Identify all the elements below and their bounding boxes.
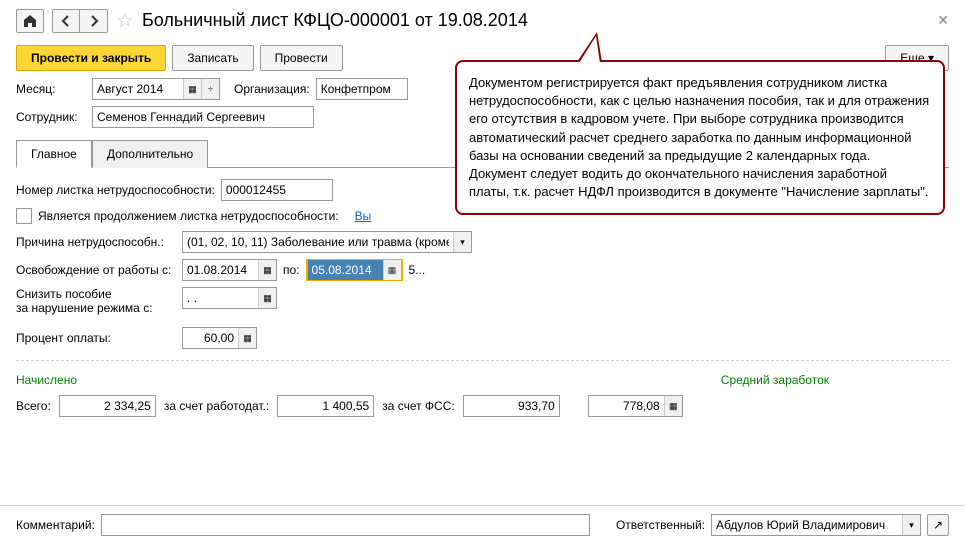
employer-label: за счет работодат.: [164,399,269,413]
month-label: Месяц: [16,82,86,96]
avg-input[interactable]: ▦ [588,395,683,417]
month-picker-button[interactable]: ▦ [183,79,201,99]
to-label: по: [283,263,300,277]
comment-label: Комментарий: [16,518,95,532]
percent-label: Процент оплаты: [16,331,176,345]
release-from-input[interactable]: ▦ [182,259,277,281]
page-title: Больничный лист КФЦО-000001 от 19.08.201… [142,10,528,31]
percent-calc-button[interactable]: ▦ [238,328,256,348]
total-label: Всего: [16,399,51,413]
continuation-checkbox[interactable] [16,208,32,224]
responsible-input[interactable]: ▾ [711,514,921,536]
employer-input[interactable] [277,395,374,417]
submit-button[interactable]: Провести [260,45,343,71]
date-picker-from[interactable]: ▦ [258,260,276,280]
tab-main[interactable]: Главное [16,140,92,168]
avg-earnings-link[interactable]: Средний заработок [721,373,829,387]
days-suffix: 5... [409,263,426,277]
callout-text: Документом регистрируется факт предъявле… [469,75,929,199]
employee-input[interactable] [92,106,314,128]
fss-input[interactable] [463,395,560,417]
reason-input[interactable]: ▾ [182,231,472,253]
reduce-label1: Снизить пособие [16,287,176,301]
reduce-date-picker[interactable]: ▦ [258,288,276,308]
close-button[interactable]: ✕ [937,12,949,29]
forward-button[interactable] [80,9,108,33]
responsible-dropdown[interactable]: ▾ [902,515,920,535]
back-button[interactable] [52,9,80,33]
date-picker-to[interactable]: ▦ [383,260,401,280]
month-input[interactable]: ▦ ÷ [92,78,220,100]
tab-extra[interactable]: Дополнительно [92,140,208,168]
total-input[interactable] [59,395,156,417]
continuation-label: Является продолжением листка нетрудоспос… [38,209,339,223]
fss-label: за счет ФСС: [382,399,455,413]
month-stepper[interactable]: ÷ [201,79,219,99]
sheet-no-input[interactable] [221,179,333,201]
comment-input[interactable] [101,514,590,536]
avg-calc-button[interactable]: ▦ [664,396,682,416]
save-button[interactable]: Записать [172,45,253,71]
accrued-link[interactable]: Начислено [16,373,77,387]
reason-label: Причина нетрудоспособн.: [16,235,176,249]
select-link[interactable]: Вы [355,209,372,223]
employee-label: Сотрудник: [16,110,86,124]
star-icon[interactable]: ☆ [116,8,134,33]
home-button[interactable] [16,9,44,33]
reason-dropdown[interactable]: ▾ [453,232,471,252]
responsible-open-button[interactable]: ↗ [927,514,949,536]
release-to-input[interactable]: ▦ [306,259,403,281]
responsible-label: Ответственный: [616,518,705,532]
org-label: Организация: [234,82,310,96]
org-input[interactable] [316,78,408,100]
reduce-input[interactable]: ▦ [182,287,277,309]
release-from-label: Освобождение от работы с: [16,263,176,277]
help-callout: Документом регистрируется факт предъявле… [455,60,945,215]
submit-close-button[interactable]: Провести и закрыть [16,45,166,71]
percent-input[interactable]: ▦ [182,327,257,349]
reduce-label2: за нарушение режима с: [16,301,176,315]
sheet-no-label: Номер листка нетрудоспособности: [16,183,215,197]
